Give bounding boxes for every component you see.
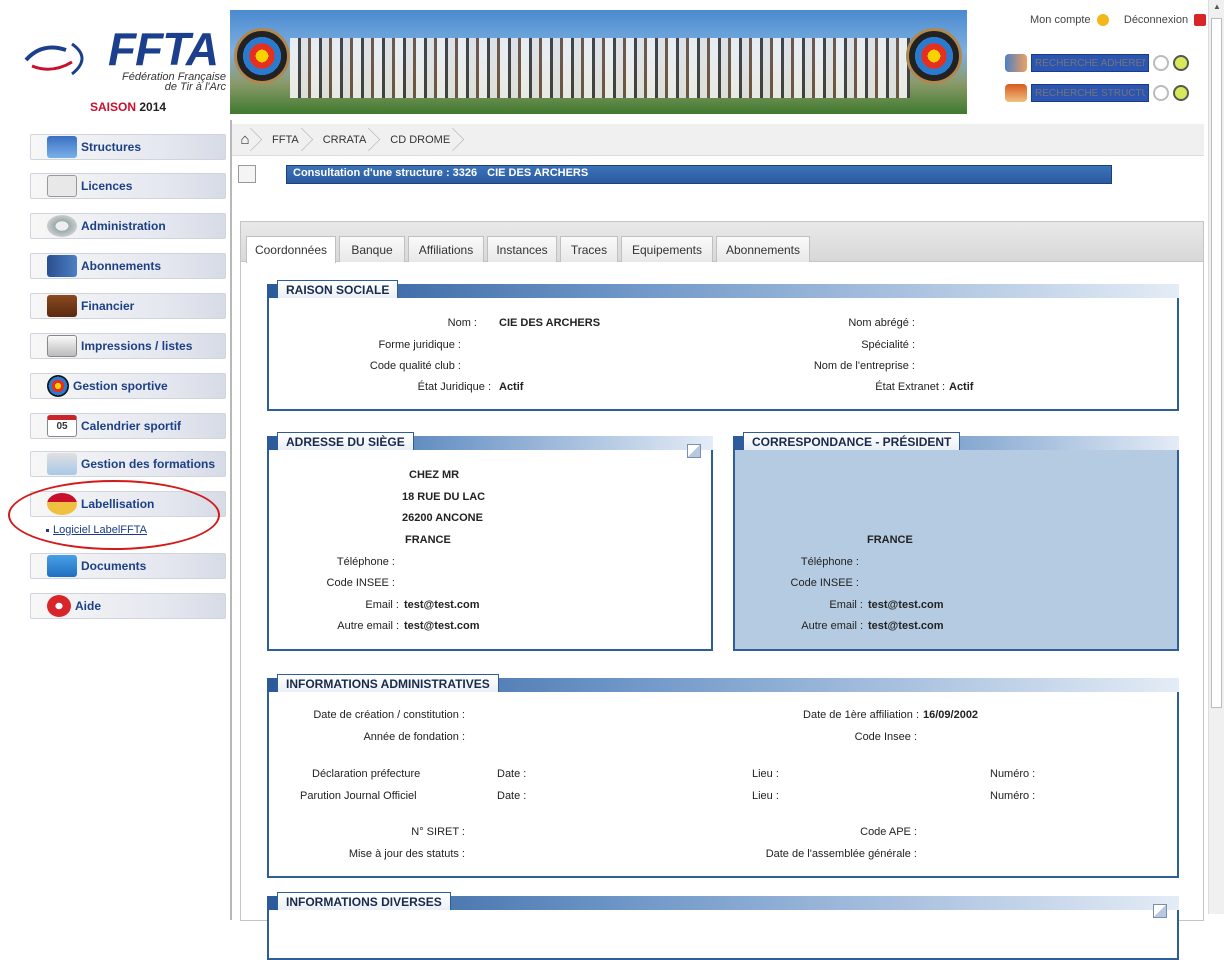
tab-traces[interactable]: Traces <box>560 236 618 262</box>
nav-aide[interactable]: Aide <box>30 593 226 619</box>
board-icon <box>47 453 77 475</box>
tab-coordonnees[interactable]: Coordonnées <box>246 236 336 263</box>
account-link[interactable]: Mon compte <box>1030 14 1091 26</box>
logo-brand: FFTA <box>108 23 219 75</box>
nav-documents[interactable]: Documents <box>30 553 226 579</box>
member-search-input[interactable] <box>1031 54 1149 72</box>
tab-affiliations[interactable]: Affiliations <box>408 236 484 262</box>
gear-icon[interactable] <box>1096 14 1109 27</box>
nav-gestion-sportive[interactable]: Gestion sportive <box>30 373 226 399</box>
nav-formations[interactable]: Gestion des formations <box>30 451 226 477</box>
correspondance-section: CORRESPONDANCE - PRÉSIDENT FRANCE Téléph… <box>733 432 1179 651</box>
tab-abonnements[interactable]: Abonnements <box>716 236 810 262</box>
card-icon <box>47 175 77 197</box>
breadcrumb-cd-drome[interactable]: CD DROME <box>380 124 464 156</box>
ffta-logo[interactable]: FFTA Fédération Française de Tir à l'Arc… <box>22 18 226 118</box>
gears-icon <box>47 215 77 237</box>
structure-search <box>1005 84 1189 102</box>
email-link[interactable]: test@test.com <box>404 599 480 611</box>
calendar-icon: 05 <box>47 415 77 437</box>
folder-icon <box>47 555 77 577</box>
briefcase-icon <box>47 295 77 317</box>
search-icon[interactable] <box>1153 85 1169 101</box>
breadcrumb-crrata[interactable]: CRRATA <box>313 124 381 156</box>
search-icon[interactable] <box>1153 55 1169 71</box>
document-icon[interactable] <box>238 165 256 183</box>
structure-search-input[interactable] <box>1031 84 1149 102</box>
building-icon <box>47 136 77 158</box>
tab-equipements[interactable]: Equipements <box>621 236 713 262</box>
scroll-up-arrow-icon[interactable]: ▲ <box>1213 2 1221 11</box>
nav-financier[interactable]: Financier <box>30 293 226 319</box>
content-divider <box>230 120 232 920</box>
raison-sociale-section: RAISON SOCIALE Nom : CIE DES ARCHERS For… <box>267 280 1179 411</box>
scrollbar[interactable]: ▲ <box>1208 0 1224 914</box>
logout-link[interactable]: Déconnexion <box>1124 14 1188 26</box>
logo-federation: Fédération Française de Tir à l'Arc <box>122 71 226 93</box>
home-icon[interactable]: ⌂ <box>232 124 262 156</box>
informations-diverses-section: INFORMATIONS DIVERSES <box>267 892 1179 960</box>
member-search <box>1005 54 1189 72</box>
printer-icon <box>47 335 77 357</box>
breadcrumb: ⌂ FFTA CRRATA CD DROME <box>232 124 1204 156</box>
autre-email-link[interactable]: test@test.com <box>404 620 480 632</box>
tab-strip: Coordonnées Banque Affiliations Instance… <box>241 222 1203 263</box>
nom-value: CIE DES ARCHERS <box>499 317 601 329</box>
edit-icon[interactable] <box>1153 904 1167 918</box>
archer-logo-icon <box>24 42 84 76</box>
nav-abonnements[interactable]: Abonnements <box>30 253 226 279</box>
nav-calendrier[interactable]: 05 Calendrier sportif <box>30 413 226 439</box>
tab-instances[interactable]: Instances <box>487 236 557 262</box>
breadcrumb-ffta[interactable]: FFTA <box>262 124 313 156</box>
structure-panel: Coordonnées Banque Affiliations Instance… <box>240 221 1204 960</box>
people-icon <box>47 255 77 277</box>
archers-banner-image <box>230 10 967 114</box>
zoom-icon[interactable] <box>1173 55 1189 71</box>
help-icon <box>47 595 71 617</box>
nav-impressions[interactable]: Impressions / listes <box>30 333 226 359</box>
scrollbar-thumb[interactable] <box>1211 18 1222 708</box>
season-label: SAISON 2014 <box>90 100 167 114</box>
house-icon <box>1005 84 1027 102</box>
tab-banque[interactable]: Banque <box>339 236 405 262</box>
members-icon <box>1005 54 1027 72</box>
highlight-ellipse <box>8 480 220 550</box>
account-links: Mon compte Déconnexion <box>1030 14 1207 27</box>
nav-administration[interactable]: Administration <box>30 213 226 239</box>
informations-administratives-section: INFORMATIONS ADMINISTRATIVES Date de cré… <box>267 674 1179 878</box>
target-icon <box>47 375 69 397</box>
power-icon[interactable] <box>1194 14 1207 27</box>
zoom-icon[interactable] <box>1173 85 1189 101</box>
nav-structures[interactable]: Structures <box>30 134 226 160</box>
correspondance-email-link[interactable]: test@test.com <box>868 599 944 611</box>
correspondance-autre-email-link[interactable]: test@test.com <box>868 620 944 632</box>
page-title: Consultation d'une structure : 3326 CIE D… <box>286 165 1112 184</box>
nav-licences[interactable]: Licences <box>30 173 226 199</box>
adresse-siege-section: ADRESSE DU SIÈGE CHEZ MR 18 RUE DU LAC 2… <box>267 432 713 651</box>
edit-icon[interactable] <box>687 444 701 458</box>
